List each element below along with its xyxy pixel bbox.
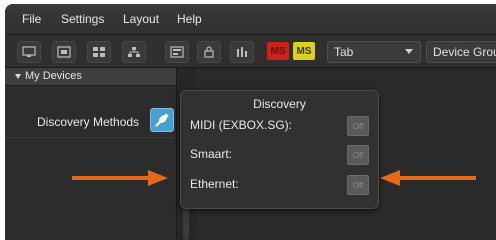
meter-icon[interactable] xyxy=(230,41,254,63)
grid-icon[interactable] xyxy=(87,41,111,63)
device-groups-select[interactable]: Device Groups xyxy=(426,41,496,63)
menu-file[interactable]: File xyxy=(22,12,41,26)
discovery-satellite-icon[interactable] xyxy=(150,108,174,132)
panel-icon[interactable] xyxy=(165,41,189,63)
ethernet-toggle[interactable]: Off xyxy=(347,175,369,195)
collapse-triangle-icon[interactable] xyxy=(15,74,21,79)
sidebar: My Devices Discovery Methods xyxy=(5,68,195,240)
midi-toggle[interactable]: Off xyxy=(347,116,369,136)
menu-bar: File Settings Layout Help xyxy=(5,4,496,35)
smaart-label: Smaart: xyxy=(190,147,233,161)
lock-icon[interactable] xyxy=(197,41,221,63)
discovery-popover: Discovery MIDI (EXBOX.SG): Off Smaart: O… xyxy=(180,90,379,209)
ethernet-label: Ethernet: xyxy=(190,177,239,191)
popover-title: Discovery xyxy=(253,97,306,111)
device-groups-label: Device Groups xyxy=(433,45,496,59)
my-devices-header[interactable]: My Devices xyxy=(5,68,195,86)
tab-select-value: Tab xyxy=(334,45,354,59)
menu-layout[interactable]: Layout xyxy=(123,12,159,26)
ms-red-badge[interactable]: MS xyxy=(267,42,289,60)
app-window: File Settings Layout Help MS MS Tab Devi… xyxy=(5,4,496,240)
smaart-toggle[interactable]: Off xyxy=(347,145,369,165)
ms-yellow-badge[interactable]: MS xyxy=(293,42,315,60)
monitor-icon[interactable] xyxy=(17,41,41,63)
midi-label: MIDI (EXBOX.SG): xyxy=(190,118,293,132)
discovery-methods-label: Discovery Methods xyxy=(37,115,140,129)
toolbar: MS MS Tab Device Groups xyxy=(5,35,496,68)
menu-help[interactable]: Help xyxy=(177,12,202,26)
network-icon[interactable] xyxy=(122,41,146,63)
chevron-down-icon xyxy=(405,49,413,54)
sidebar-divider xyxy=(5,137,175,138)
tab-select[interactable]: Tab xyxy=(327,41,421,63)
window-icon[interactable] xyxy=(52,41,76,63)
right-annotation-arrow xyxy=(380,170,476,186)
menu-settings[interactable]: Settings xyxy=(61,12,104,26)
left-annotation-arrow xyxy=(72,170,168,186)
my-devices-label: My Devices xyxy=(25,70,82,82)
